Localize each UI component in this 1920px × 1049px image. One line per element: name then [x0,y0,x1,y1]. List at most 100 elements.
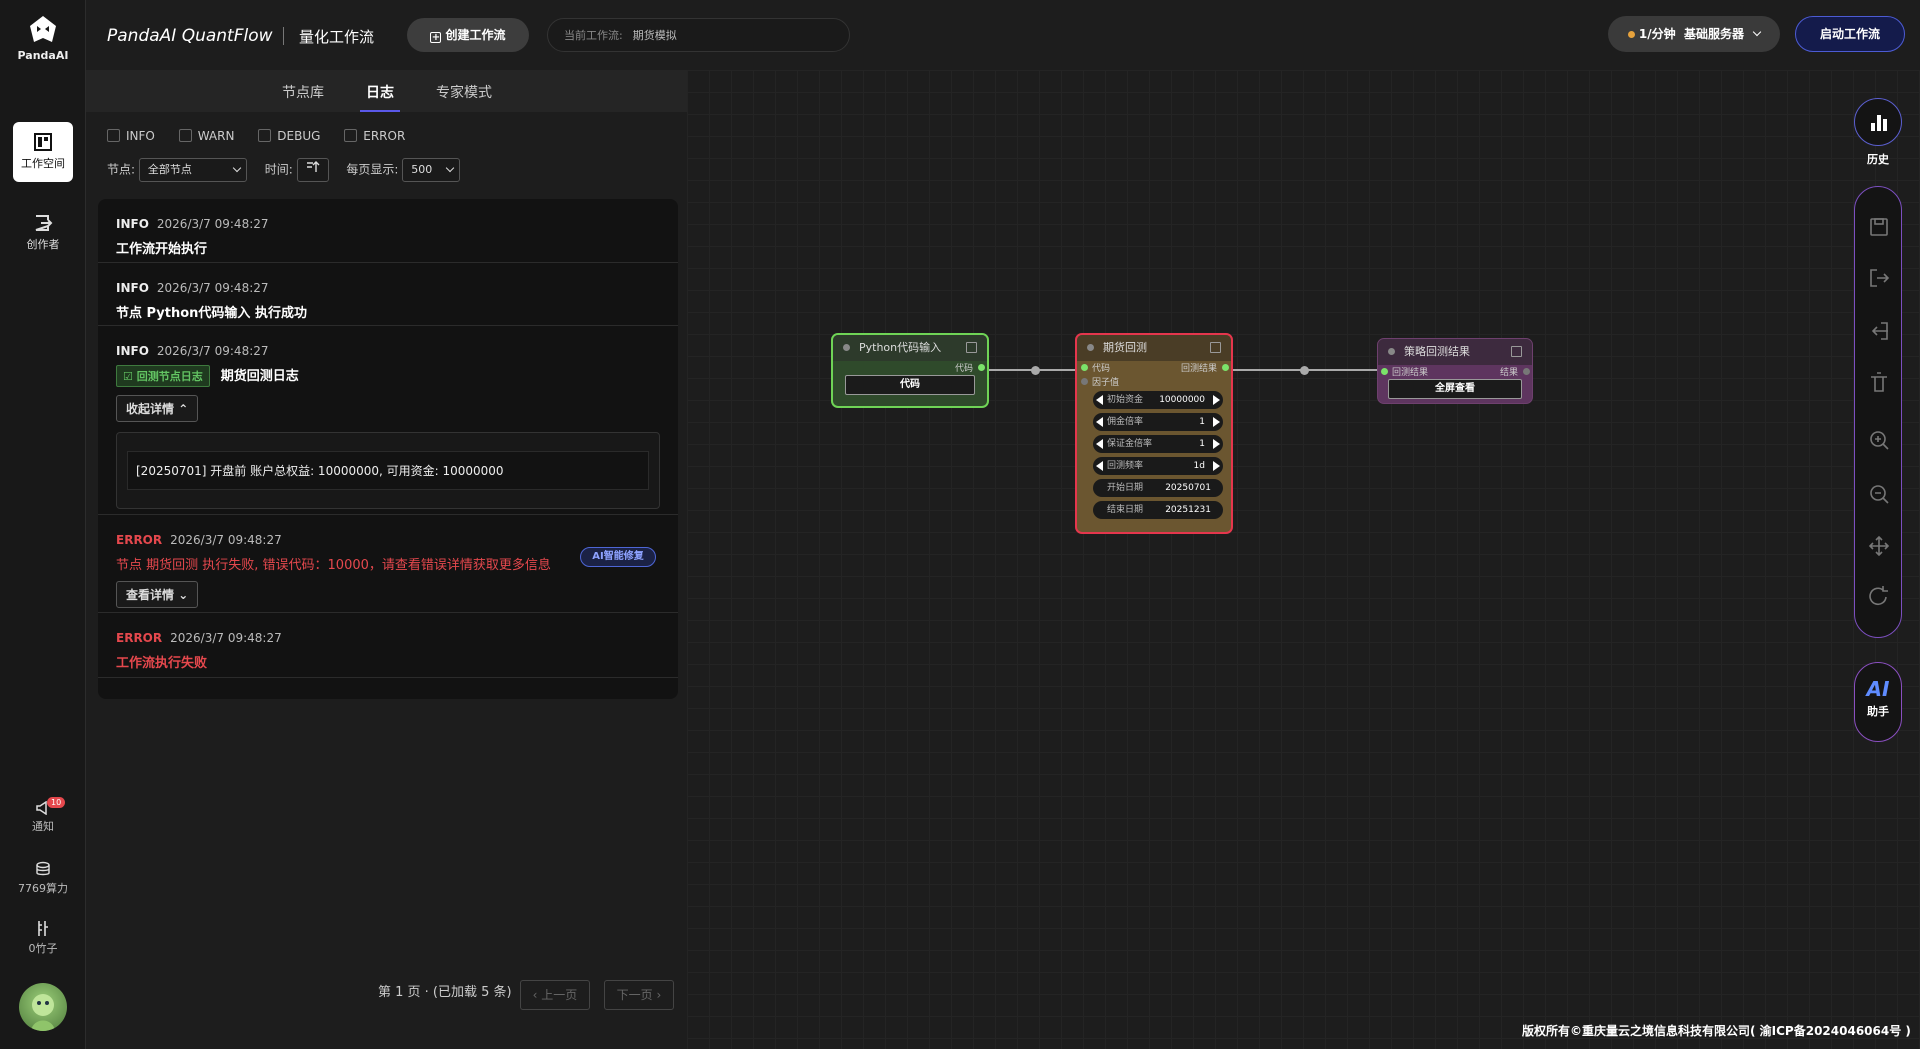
filter-info-checkbox[interactable]: INFO [107,128,155,143]
fullscreen-view-button[interactable]: 全屏查看 [1388,379,1522,399]
node-status-dot [1087,344,1094,351]
chevron-up-icon: ⌃ [178,402,189,416]
param-widget[interactable]: 保证金倍率 1 [1093,435,1223,453]
node-header: 期货回测 [1077,335,1231,361]
checkbox-box [107,128,120,142]
increment-arrow-icon[interactable] [1213,461,1220,471]
decrement-arrow-icon[interactable] [1096,461,1103,471]
log-message: 工作流执行失败 [116,656,208,671]
tab-expert-mode[interactable]: 专家模式 [436,82,492,102]
compute-balance[interactable]: 7769算力 [0,861,86,896]
time-sort-button[interactable] [296,158,329,182]
output-port[interactable] [1222,364,1229,371]
edit-icon[interactable] [966,342,977,353]
ai-assistant-label: 助手 [1867,705,1889,718]
save-icon-slot [1874,218,1884,225]
view-details-button[interactable]: 查看详情 ⌄ [116,581,199,608]
log-tag-row: ☑ 回测节点日志 期货回测日志 [116,365,660,387]
button-label: 收起详情 [126,402,175,416]
increment-arrow-icon[interactable] [1213,439,1220,449]
filter-warn-checkbox[interactable]: WARN [178,128,235,143]
increment-arrow-icon[interactable] [1213,417,1220,427]
wire-midpoint[interactable] [1300,366,1309,375]
ai-fix-button[interactable]: AI智能修复 [580,547,656,567]
collapse-details-button[interactable]: 收起详情 ⌃ [116,395,199,422]
filter-debug-checkbox[interactable]: DEBUG [258,128,320,143]
log-time: 2026/3/7 09:48:27 [156,217,269,231]
date-widget[interactable]: 开始日期 20250701 [1093,479,1223,497]
button-label: 查看详情 [126,588,175,602]
level-filters: INFO WARN DEBUG ERROR [107,128,425,143]
filter-label: WARN [197,128,235,143]
backtest-result-node[interactable]: 策略回测结果 回测结果 结果 全屏查看 [1377,338,1533,404]
prev-page-button[interactable]: ‹ 上一页 [520,980,590,1010]
logo[interactable]: PandaAI [0,14,86,62]
server-select[interactable]: 1/分钟 基础服务器 [1608,16,1780,52]
node-header: Python代码输入 [833,335,987,361]
input-port[interactable] [1081,364,1088,371]
code-button[interactable]: 代码 [845,375,975,395]
param-widget[interactable]: 佣金倍率 1 [1093,413,1223,431]
output-port[interactable] [978,364,985,371]
tab-node-library[interactable]: 节点库 [282,82,324,102]
node-port-row: 回测结果 结果 [1378,365,1532,379]
log-entry: INFO 2026/3/7 09:48:27 ☑ 回测节点日志 期货回测日志 收起… [98,326,678,515]
sort-ascending-icon [306,161,320,172]
chevron-down-icon [1752,27,1762,37]
node-title: 策略回测结果 [1404,345,1470,358]
python-input-node[interactable]: Python代码输入 代码 代码 [831,333,989,408]
bamboo-balance[interactable]: 0竹子 [0,920,86,956]
next-page-button[interactable]: 下一页 › [604,980,674,1010]
history-label: 历史 [1867,153,1889,166]
node-filter-select[interactable]: 全部节点 [138,158,247,182]
current-workflow-value: 期货模拟 [632,29,677,42]
page-size-select[interactable]: 500 [402,158,461,182]
server-name: 基础服务器 [1683,27,1744,41]
decrement-arrow-icon[interactable] [1096,395,1103,405]
page-size-label: 每页显示: [346,162,399,177]
tab-logs[interactable]: 日志 [366,82,394,102]
chevron-down-icon [232,163,242,173]
log-panel: 节点库 日志 专家模式 INFO WARN DEBUG ERROR 节点: 全部… [86,70,687,1049]
sidebar-item-workspace[interactable]: 工作空间 [13,122,73,182]
notify-label: 通知 [32,820,54,833]
date-widget[interactable]: 结束日期 20251231 [1093,501,1223,519]
avatar-image [31,994,55,1031]
param-widget[interactable]: 初始资金 10000000 [1093,391,1223,409]
input-port[interactable] [1081,378,1088,385]
decrement-arrow-icon[interactable] [1096,417,1103,427]
log-list: INFO 2026/3/7 09:48:27 工作流开始执行 INFO 2026/3… [98,199,678,699]
checkbox-box [258,128,272,142]
server-rate: 1/分钟 [1638,27,1676,41]
sidebar-item-creator[interactable]: 创作者 [13,203,73,263]
chevron-left-icon: ‹ [532,988,542,1002]
param-widget[interactable]: 回测频率 1d [1093,457,1223,475]
input-port[interactable] [1381,368,1388,375]
log-entry: INFO 2026/3/7 09:48:27 节点 Python代码输入 执行成功 [98,263,678,326]
param-label: 回测频率 [1107,461,1144,471]
current-workflow-field[interactable]: 当前工作流: 期货模拟 [547,18,850,52]
logo-text: PandaAI [17,49,69,62]
workspace-icon [34,133,52,151]
avatar[interactable] [19,983,67,1031]
decrement-arrow-icon[interactable] [1096,439,1103,449]
node-status-dot [1388,348,1395,355]
create-workflow-button[interactable]: + 创建工作流 [407,18,529,52]
increment-arrow-icon[interactable] [1213,395,1220,405]
start-workflow-button[interactable]: 启动工作流 [1795,16,1905,52]
futures-backtest-node[interactable]: 期货回测 代码 回测结果 因子值 初始资金 10000000 佣金倍率 1 保证金倍… [1075,333,1233,534]
notify-button[interactable]: 10 通知 [0,797,86,834]
param-label: 保证金倍率 [1107,439,1153,449]
output-port[interactable] [1523,368,1530,375]
top-bar: PandaAI QuantFlow 量化工作流 + 创建工作流 当前工作流: 期货模… [86,0,1920,70]
sidebar-item-label: 工作空间 [21,157,65,170]
edit-icon[interactable] [1210,342,1221,353]
workflow-canvas[interactable]: Python代码输入 代码 代码 期货回测 代码 回测结果 因子值 初始资金 10… [687,70,1920,1049]
bamboo-label: 0竹子 [28,942,58,955]
filter-error-checkbox[interactable]: ERROR [344,128,405,143]
ai-assistant-button[interactable]: AI 助手 [1854,662,1902,742]
wire-midpoint[interactable] [1031,366,1040,375]
time-sort-label: 时间: [264,162,293,177]
edit-icon[interactable] [1511,346,1522,357]
history-button[interactable] [1854,98,1902,146]
